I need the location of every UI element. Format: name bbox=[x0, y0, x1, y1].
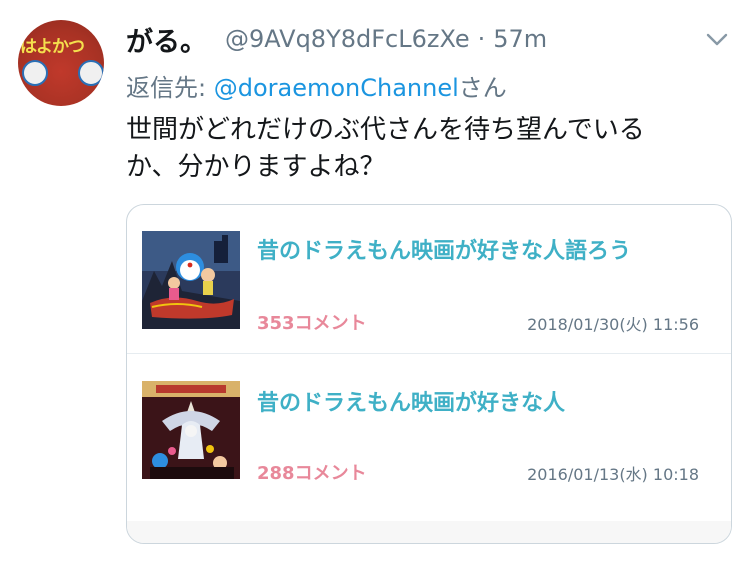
avatar[interactable]: はよかつ bbox=[18, 20, 104, 106]
thread-thumbnail bbox=[142, 381, 240, 479]
chevron-down-icon[interactable] bbox=[704, 26, 730, 52]
comment-count: 353コメント bbox=[257, 313, 367, 334]
thread-item[interactable]: 昔のドラえもん映画が好きな人語ろう 353コメント 2018/01/30(火) … bbox=[127, 205, 731, 355]
thread-title-link[interactable]: 昔のドラえもん映画が好きな人語ろう bbox=[257, 233, 631, 265]
tweet-text: 世間がどれだけのぶ代さんを待ち望んでいる か、分かりますよね？ bbox=[126, 112, 706, 186]
card-footer bbox=[127, 521, 731, 543]
tweet-timestamp[interactable]: 57m bbox=[493, 25, 547, 53]
avatar-text: はよかつ bbox=[20, 37, 85, 57]
link-card[interactable]: 昔のドラえもん映画が好きな人語ろう 353コメント 2018/01/30(火) … bbox=[126, 204, 732, 544]
comment-count: 288コメント bbox=[257, 463, 367, 484]
reply-to-line: 返信先: @doraemonChannelさん bbox=[126, 68, 507, 103]
reply-mention-link[interactable]: @doraemonChannel bbox=[214, 74, 459, 102]
separator-dot: · bbox=[477, 25, 486, 53]
display-name[interactable]: がる。 bbox=[126, 20, 207, 59]
reply-suffix: さん bbox=[458, 74, 507, 102]
tweet-text-line: 世間がどれだけのぶ代さんを待ち望んでいる bbox=[126, 115, 645, 145]
avatar-character-right bbox=[78, 60, 104, 86]
tweet-text-line: か、分かりますよね？ bbox=[126, 152, 386, 182]
user-handle[interactable]: @9AVq8Y8dFcL6zXe bbox=[225, 25, 470, 53]
thread-item[interactable]: 昔のドラえもん映画が好きな人 288コメント 2016/01/13(水) 10:… bbox=[127, 355, 731, 505]
avatar-character-left bbox=[22, 60, 48, 86]
thread-date: 2016/01/13(水) 10:18 bbox=[527, 465, 699, 484]
tweet-header: がる。 @9AVq8Y8dFcL6zXe · 57m bbox=[126, 20, 547, 59]
thread-title-link[interactable]: 昔のドラえもん映画が好きな人 bbox=[257, 385, 565, 417]
reply-prefix: 返信先: bbox=[126, 74, 214, 102]
thread-thumbnail bbox=[142, 231, 240, 329]
divider bbox=[127, 353, 731, 354]
thread-date: 2018/01/30(火) 11:56 bbox=[527, 315, 699, 334]
